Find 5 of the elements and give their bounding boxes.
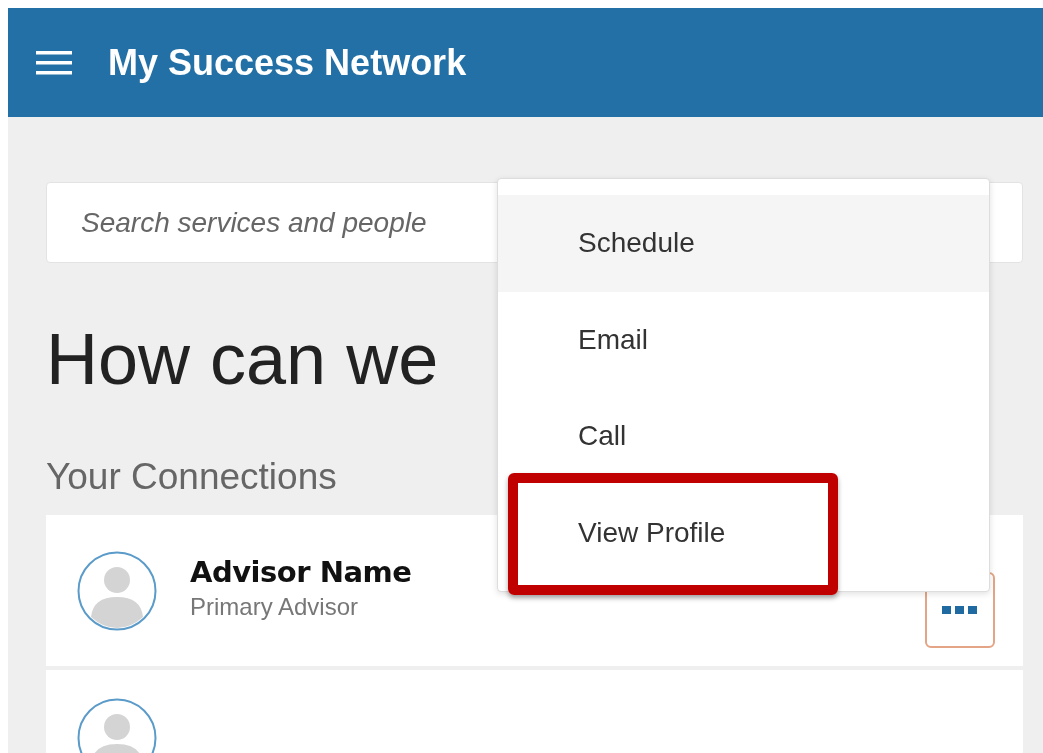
connection-role: Primary Advisor xyxy=(190,592,360,621)
app-title: My Success Network xyxy=(108,41,467,84)
connection-name: Advisor Name xyxy=(190,554,413,589)
section-title: Your Connections xyxy=(46,455,338,499)
page-heading: How can we xyxy=(46,318,439,401)
